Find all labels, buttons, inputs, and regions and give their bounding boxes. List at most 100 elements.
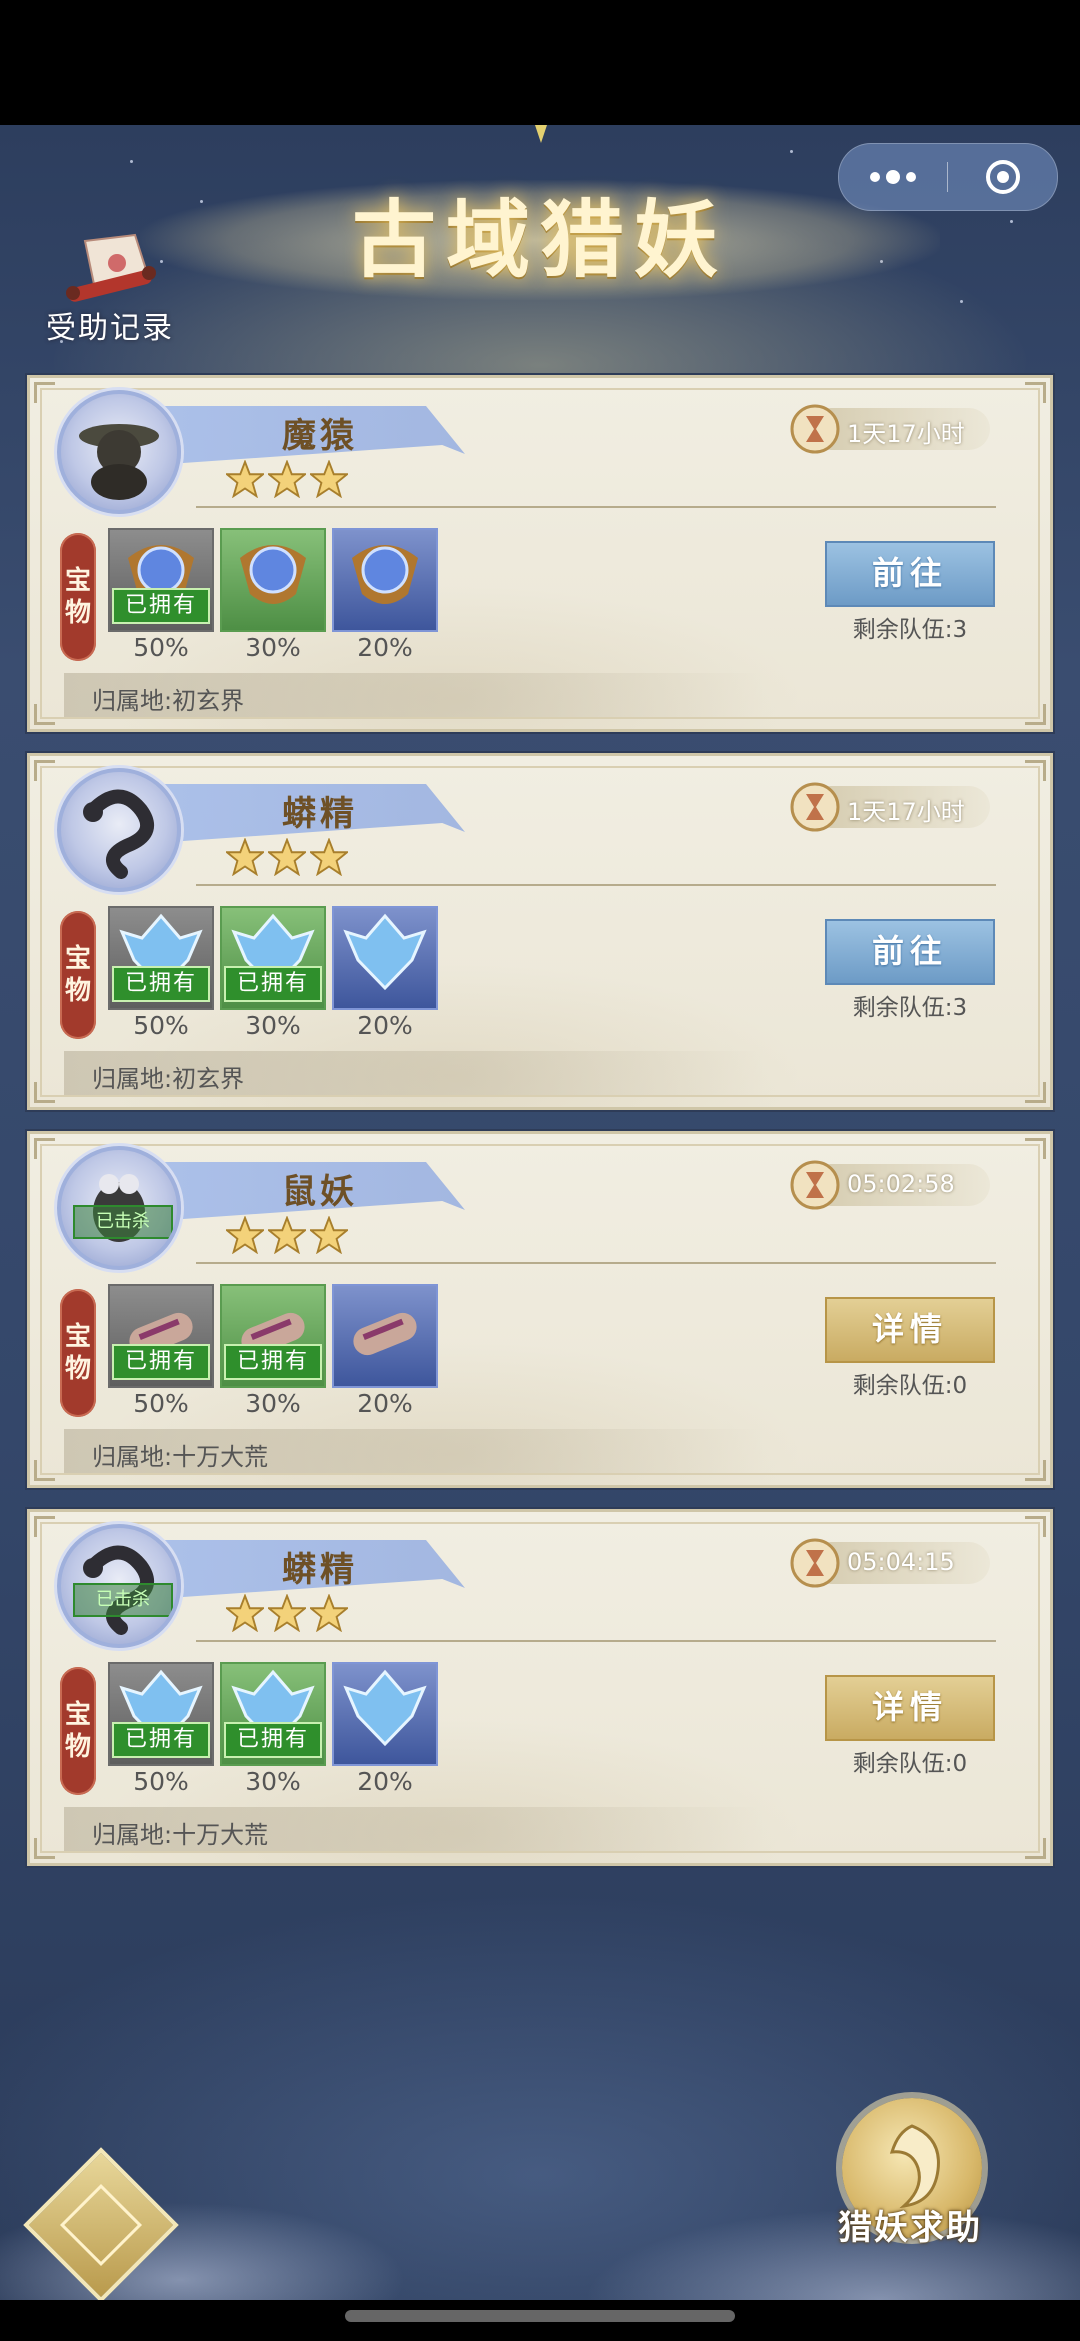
star-icon: [226, 1216, 264, 1254]
star-icon: [226, 460, 264, 498]
treasure-label: 宝物: [60, 1667, 96, 1795]
countdown-timer: 1天17小时: [790, 782, 990, 832]
countdown-timer: 05:04:15: [790, 1538, 990, 1588]
star-rating: [226, 1594, 348, 1634]
star-rating: [226, 460, 348, 500]
details-button[interactable]: 详情: [825, 1297, 995, 1363]
drop-rate: 30%: [245, 1767, 301, 1796]
monster-avatar: [57, 768, 181, 892]
help-record-label: 受助记录: [46, 311, 174, 346]
divider-line: [196, 506, 996, 508]
help-record-button[interactable]: 受助记录: [30, 225, 190, 346]
remaining-teams: 剩余队伍:0: [852, 1373, 968, 1399]
countdown-timer: 1天17小时: [790, 404, 990, 454]
territory-bar: 归属地:十万大荒: [64, 1429, 764, 1473]
hourglass-icon: [790, 404, 840, 454]
drop-rate: 30%: [245, 1389, 301, 1418]
hourglass-icon: [790, 1538, 840, 1588]
territory-bar: 归属地:初玄界: [64, 1051, 764, 1095]
owned-badge: 已拥有: [112, 588, 210, 624]
timer-text: 05:02:58: [847, 1170, 955, 1198]
star-icon: [268, 1216, 306, 1254]
star-icon: [310, 1594, 348, 1632]
territory-text: 归属地:初玄界: [92, 1065, 245, 1093]
owned-badge: 已拥有: [112, 1344, 210, 1380]
treasure-label: 宝物: [60, 533, 96, 661]
drop-rate: 30%: [245, 633, 301, 662]
treasure-item[interactable]: 已拥有: [108, 528, 214, 632]
remaining-teams: 剩余队伍:0: [852, 1751, 968, 1777]
mini-program-capsule: [838, 143, 1058, 211]
territory-bar: 归属地:十万大荒: [64, 1807, 764, 1851]
treasure-item[interactable]: 已拥有: [220, 906, 326, 1010]
divider-line: [196, 1262, 996, 1264]
hourglass-icon: [790, 1160, 840, 1210]
go-button[interactable]: 前往: [825, 919, 995, 985]
more-options-button[interactable]: [839, 144, 947, 210]
treasure-item[interactable]: 已拥有: [108, 1284, 214, 1388]
killed-badge: 已击杀: [73, 1583, 173, 1617]
treasure-item[interactable]: 已拥有: [108, 906, 214, 1010]
drop-rate: 20%: [357, 1767, 413, 1796]
home-indicator[interactable]: [345, 2310, 735, 2322]
monster-avatar: [57, 390, 181, 514]
back-button[interactable]: [23, 2147, 179, 2303]
treasure-item[interactable]: [332, 528, 438, 632]
star-icon: [310, 460, 348, 498]
hunt-card: 已击杀 鼠妖 05:02:58 宝物 已拥有 已拥有 50% 30% 20% 详…: [27, 1131, 1053, 1488]
remaining-teams: 剩余队伍:3: [852, 995, 968, 1021]
monster-avatar: 已击杀: [57, 1146, 181, 1270]
scroll-icon: [66, 233, 156, 302]
hunt-help-label: 猎妖求助: [838, 2208, 982, 2248]
owned-badge: 已拥有: [112, 1722, 210, 1758]
territory-text: 归属地:十万大荒: [92, 1443, 269, 1471]
treasure-item[interactable]: [332, 1284, 438, 1388]
treasure-item[interactable]: [220, 528, 326, 632]
divider-line: [196, 884, 996, 886]
monster-avatar: 已击杀: [57, 1524, 181, 1648]
territory-text: 归属地:十万大荒: [92, 1821, 269, 1849]
star-icon: [268, 460, 306, 498]
details-button[interactable]: 详情: [825, 1675, 995, 1741]
owned-badge: 已拥有: [224, 1344, 322, 1380]
star-rating: [226, 1216, 348, 1256]
drop-rate: 50%: [133, 1011, 189, 1040]
drop-rate: 30%: [245, 1011, 301, 1040]
treasure-item[interactable]: [332, 1662, 438, 1766]
owned-badge: 已拥有: [112, 966, 210, 1002]
target-icon: [985, 160, 1020, 194]
treasure-item[interactable]: 已拥有: [108, 1662, 214, 1766]
treasure-label: 宝物: [60, 911, 96, 1039]
star-icon: [310, 1216, 348, 1254]
owned-badge: 已拥有: [224, 966, 322, 1002]
page-title: 古域猎妖: [351, 190, 728, 289]
treasure-item[interactable]: 已拥有: [220, 1662, 326, 1766]
drop-rate: 20%: [357, 633, 413, 662]
monster-name: 蟒精: [282, 794, 358, 834]
hourglass-icon: [790, 782, 840, 832]
monster-name: 魔猿: [282, 416, 358, 456]
star-icon: [268, 1594, 306, 1632]
star-icon: [310, 838, 348, 876]
hunt-card: 已击杀 蟒精 05:04:15 宝物 已拥有 已拥有 50% 30% 20% 详…: [27, 1509, 1053, 1866]
killed-badge: 已击杀: [73, 1205, 173, 1239]
remaining-teams: 剩余队伍:3: [852, 617, 968, 643]
timer-text: 05:04:15: [847, 1548, 955, 1576]
treasure-item[interactable]: 已拥有: [220, 1284, 326, 1388]
territory-bar: 归属地:初玄界: [64, 673, 764, 717]
drop-rate: 50%: [133, 633, 189, 662]
drop-rate: 50%: [133, 1767, 189, 1796]
star-icon: [226, 1594, 264, 1632]
star-icon: [268, 838, 306, 876]
go-button[interactable]: 前往: [825, 541, 995, 607]
divider-line: [196, 1640, 996, 1642]
star-icon: [226, 838, 264, 876]
drop-rate: 20%: [357, 1389, 413, 1418]
treasure-item[interactable]: [332, 906, 438, 1010]
close-button[interactable]: [948, 144, 1057, 210]
back-diamond-icon: [23, 2147, 179, 2303]
hunt-card: 魔猿 1天17小时 宝物 已拥有 50% 30% 20% 前往 剩余队伍:3 归…: [27, 375, 1053, 732]
hunt-help-button[interactable]: 猎妖求助: [820, 2090, 1000, 2265]
territory-text: 归属地:初玄界: [92, 687, 245, 715]
monster-name: 鼠妖: [282, 1172, 358, 1212]
